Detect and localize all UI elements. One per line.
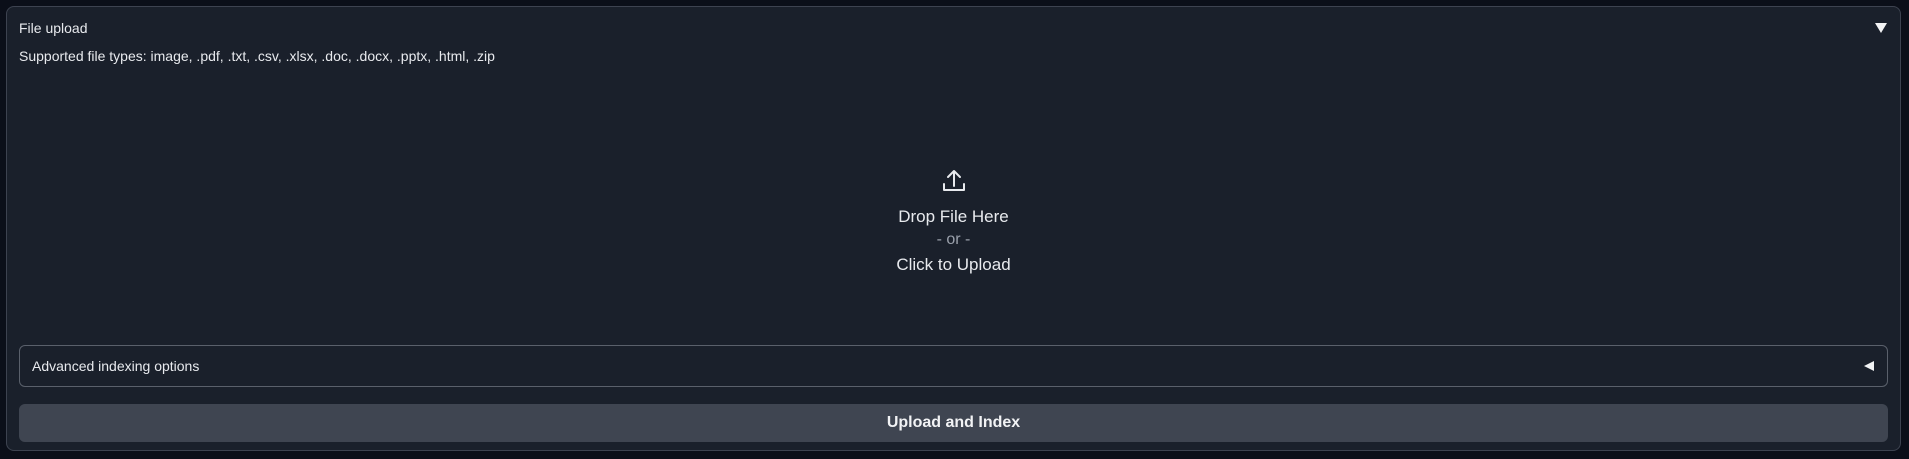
panel-title: File upload	[19, 20, 88, 36]
upload-icon	[943, 170, 965, 191]
file-upload-header[interactable]: File upload	[7, 7, 1900, 49]
file-upload-panel: File upload Supported file types: image,…	[6, 6, 1901, 451]
triangle-down-icon[interactable]	[1874, 21, 1888, 35]
upload-and-index-button[interactable]: Upload and Index	[19, 404, 1888, 442]
click-to-upload-label: Click to Upload	[896, 255, 1011, 274]
advanced-options-label: Advanced indexing options	[32, 358, 200, 374]
file-dropzone[interactable]: Drop File Here - or - Click to Upload	[19, 73, 1888, 343]
drop-file-label: Drop File Here	[898, 207, 1009, 226]
advanced-indexing-options[interactable]: Advanced indexing options	[19, 345, 1888, 387]
supported-file-types: Supported file types: image, .pdf, .txt,…	[19, 48, 495, 64]
or-separator: - or -	[936, 231, 971, 248]
triangle-left-icon[interactable]	[1863, 360, 1875, 372]
